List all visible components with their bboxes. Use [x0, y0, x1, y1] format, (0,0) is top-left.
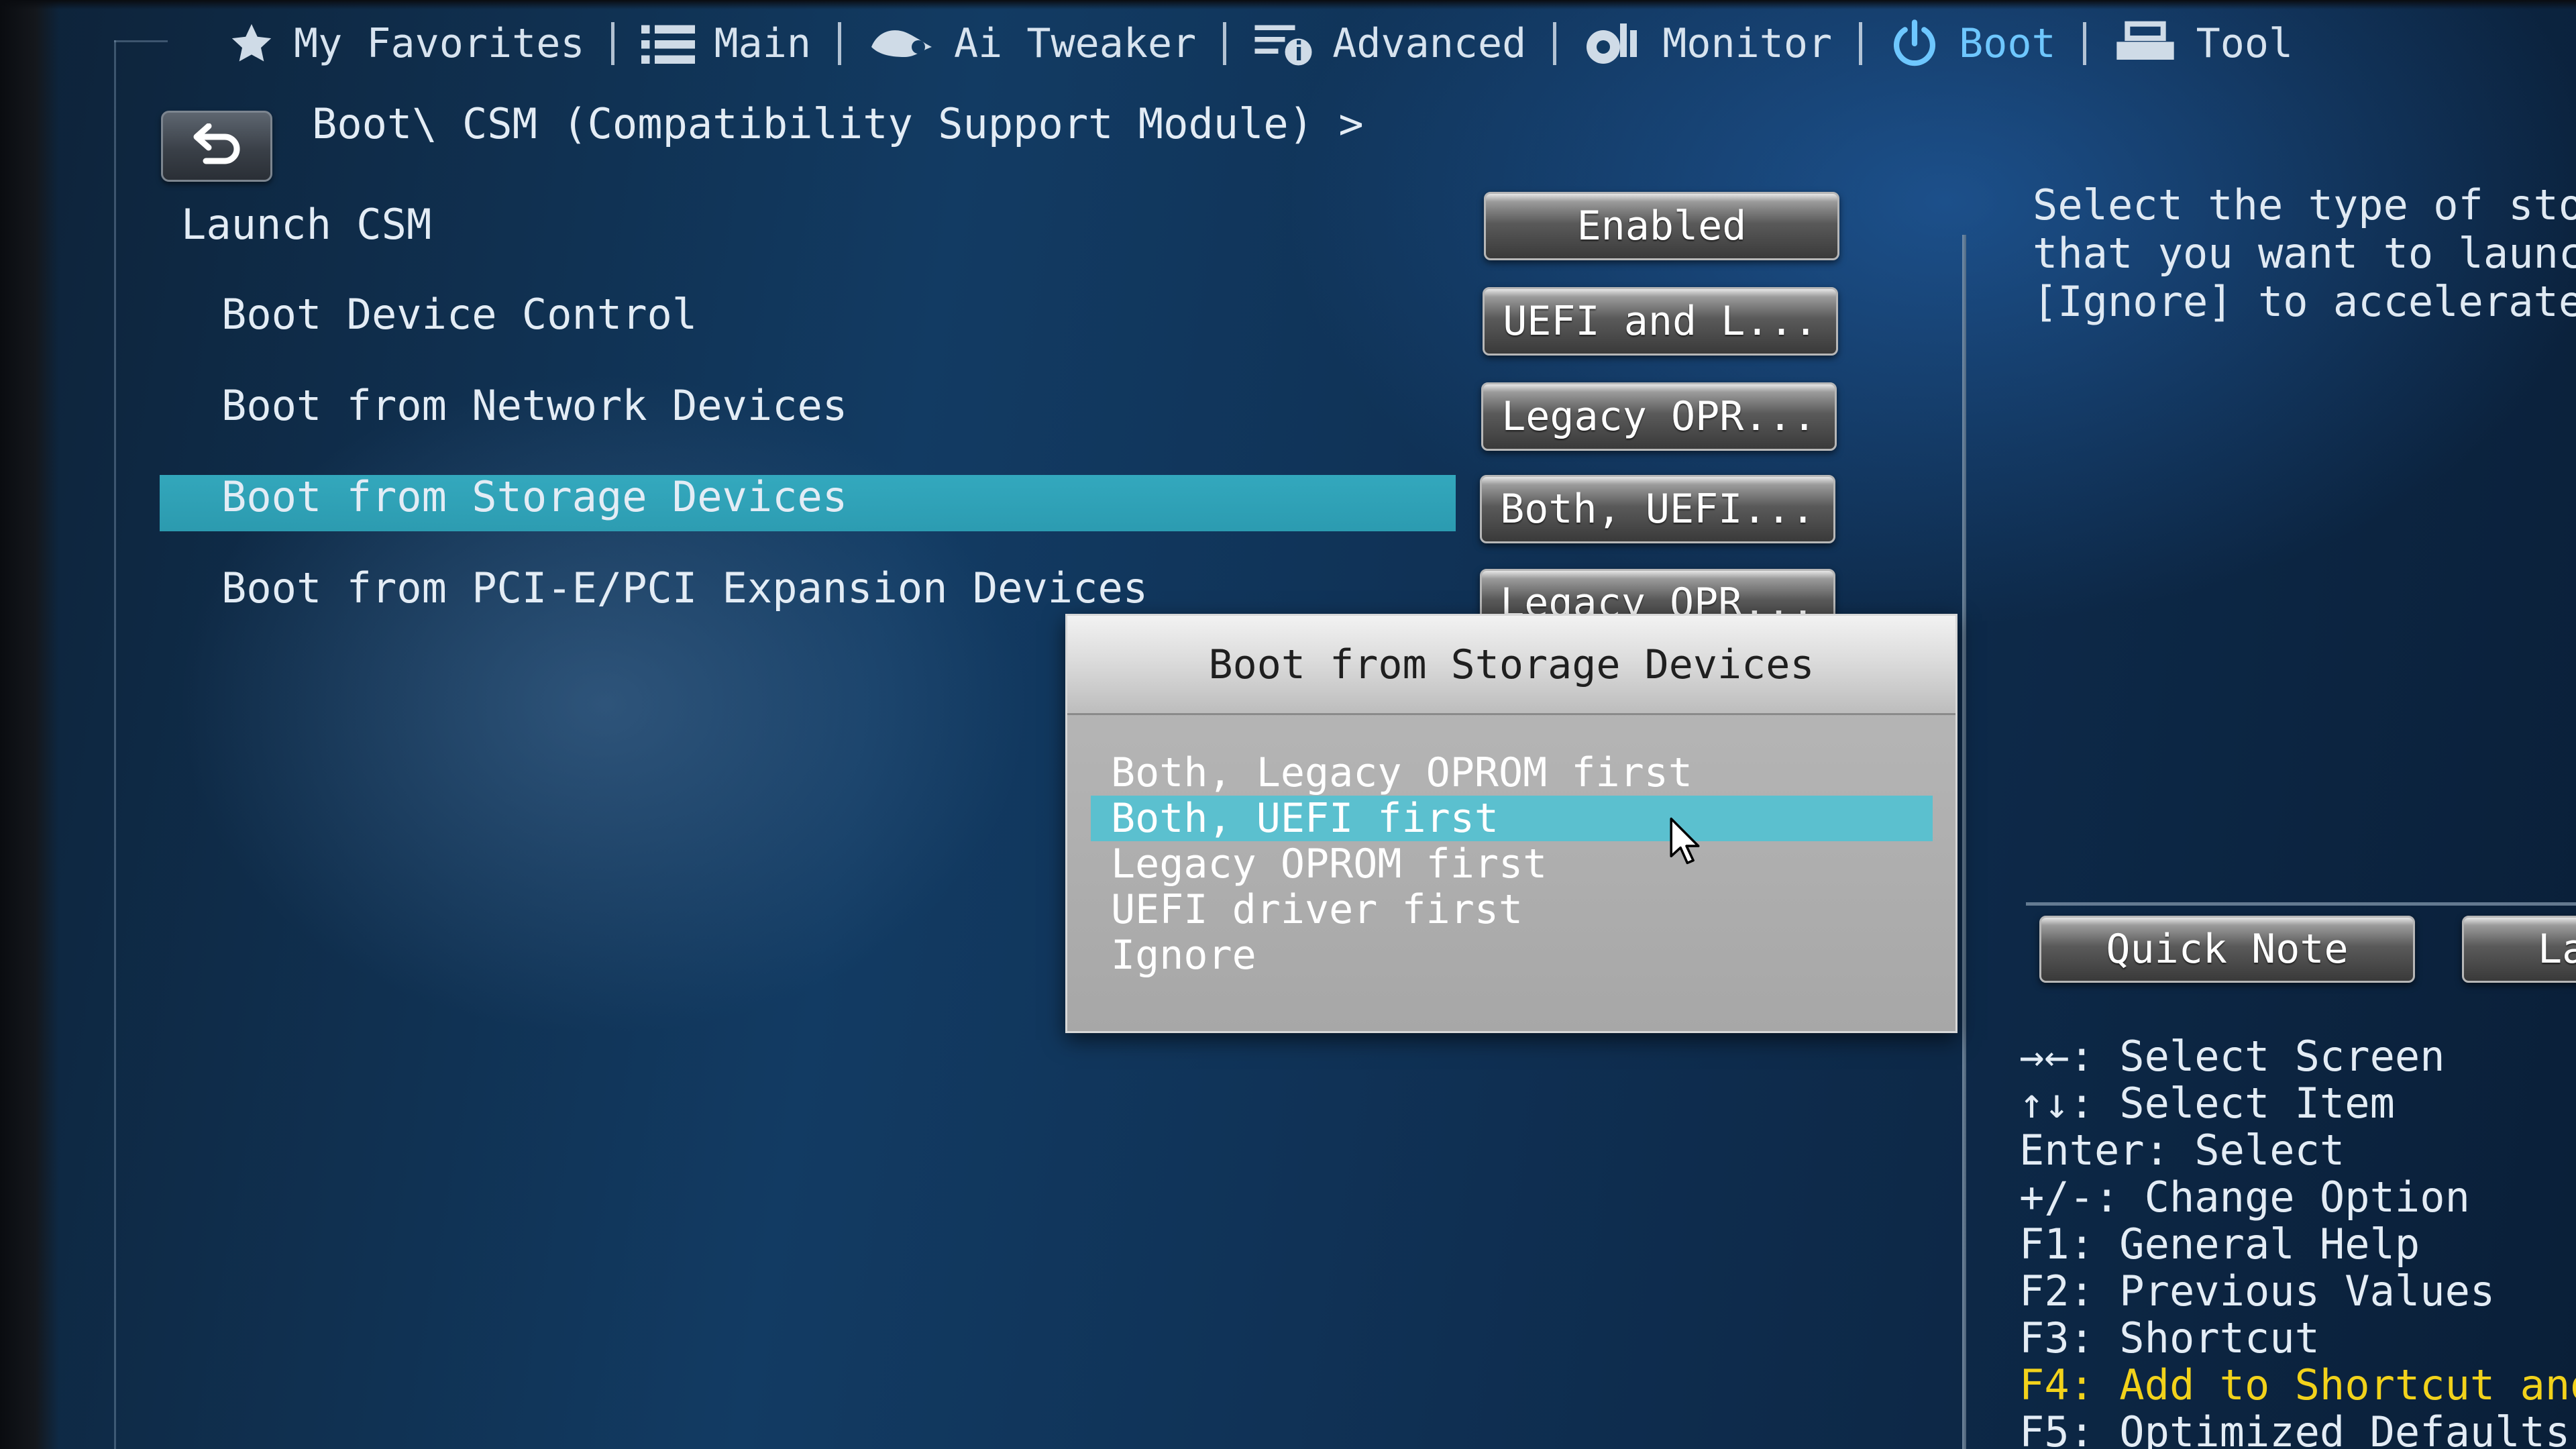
key-label: F4 — [2019, 1360, 2070, 1409]
nav-separator — [1223, 22, 1227, 65]
key-f3: F3: Shortcut — [2019, 1315, 2576, 1362]
tab-my-favorites[interactable]: My Favorites — [201, 10, 611, 77]
help-description: Select the type of sto that you want to … — [2033, 180, 2576, 326]
key-label: F1 — [2019, 1220, 2070, 1269]
tab-label: Advanced — [1332, 20, 1527, 67]
key-desc: : Select Screen — [2069, 1032, 2445, 1081]
tab-label: Main — [714, 20, 811, 67]
key-select-screen: →←: Select Screen — [2019, 1033, 2576, 1080]
nav-separator — [1553, 22, 1557, 65]
key-desc: : Select Item — [2069, 1079, 2395, 1128]
frame-line-top — [114, 40, 168, 42]
key-f1: F1: General Help — [2019, 1221, 2576, 1268]
breadcrumb: Boot\ CSM (Compatibility Support Module)… — [312, 99, 1364, 148]
tab-ai-tweaker[interactable]: Ai Tweaker — [841, 10, 1223, 77]
setting-boot-pci-label[interactable]: Boot from PCI-E/PCI Expansion Devices — [221, 564, 1148, 612]
tab-main[interactable]: Main — [614, 10, 838, 77]
setting-boot-device-control-value[interactable]: UEFI and L... — [1483, 287, 1838, 356]
key-desc: : Optimized Defaults — [2069, 1407, 2571, 1449]
top-nav: My Favorites Main Ai Tweaker Advanced Mo… — [201, 7, 2320, 80]
frame-line — [114, 40, 116, 1449]
setting-boot-network-value[interactable]: Legacy OPR... — [1481, 382, 1837, 451]
key-f4: F4: Add to Shortcut and — [2019, 1362, 2576, 1409]
mouse-cursor-icon — [1669, 817, 1704, 871]
setting-launch-csm-value[interactable]: Enabled — [1484, 192, 1839, 260]
setting-boot-storage-value[interactable]: Both, UEFI... — [1480, 475, 1835, 543]
key-desc: : Previous Values — [2069, 1267, 2496, 1316]
help-divider — [2026, 902, 2576, 906]
key-enter: Enter: Select — [2019, 1127, 2576, 1174]
list-icon — [641, 23, 696, 64]
popup-title: Boot from Storage Devices — [1067, 616, 1955, 715]
tab-tool[interactable]: Tool — [2086, 10, 2320, 77]
tab-label: Tool — [2196, 20, 2294, 67]
setting-boot-device-control-label[interactable]: Boot Device Control — [221, 290, 697, 339]
popup-option[interactable]: Legacy OPROM first — [1091, 841, 1933, 888]
key-desc: : Change Option — [2094, 1173, 2470, 1222]
back-arrow-icon — [190, 123, 244, 169]
popup-option[interactable]: Both, Legacy OPROM first — [1091, 749, 1933, 796]
star-icon — [228, 20, 275, 67]
key-label: F2 — [2019, 1267, 2070, 1316]
tab-label: My Favorites — [294, 20, 585, 67]
popup-option-selected[interactable]: Both, UEFI first — [1091, 795, 1933, 842]
popup-option[interactable]: UEFI driver first — [1091, 886, 1933, 933]
key-desc: : General Help — [2069, 1220, 2420, 1269]
tool-icon — [2113, 20, 2178, 67]
key-label: →← — [2019, 1032, 2070, 1081]
key-legend: →←: Select Screen ↑↓: Select Item Enter:… — [2019, 1033, 2576, 1449]
setting-boot-storage-label[interactable]: Boot from Storage Devices — [221, 472, 847, 521]
nav-separator — [837, 22, 841, 65]
nav-separator — [2082, 22, 2086, 65]
tab-boot[interactable]: Boot — [1862, 10, 2083, 77]
key-desc: : Select — [2144, 1126, 2345, 1175]
tab-label: Ai Tweaker — [953, 20, 1197, 67]
key-select-item: ↑↓: Select Item — [2019, 1080, 2576, 1127]
key-desc: : Shortcut — [2069, 1313, 2320, 1362]
key-f5: F5: Optimized Defaults — [2019, 1409, 2576, 1449]
tab-label: Monitor — [1662, 20, 1833, 67]
monitor-bezel — [0, 0, 59, 1449]
advanced-icon — [1253, 20, 1313, 67]
key-label: Enter — [2019, 1126, 2145, 1175]
key-label: +/- — [2019, 1173, 2094, 1222]
panel-divider — [1962, 235, 1966, 1449]
setting-boot-network-label[interactable]: Boot from Network Devices — [221, 381, 847, 430]
bios-screen: My Favorites Main Ai Tweaker Advanced Mo… — [0, 0, 2576, 1449]
quick-note-button[interactable]: Quick Note — [2039, 916, 2415, 983]
setting-launch-csm-label[interactable]: Launch CSM — [181, 200, 431, 249]
tab-monitor[interactable]: Monitor — [1556, 10, 1859, 77]
key-label: F5 — [2019, 1407, 2070, 1449]
back-button[interactable] — [161, 111, 272, 182]
key-label: ↑↓ — [2019, 1079, 2070, 1128]
tweaker-icon — [868, 23, 935, 64]
nav-separator — [611, 22, 615, 65]
popup-option[interactable]: Ignore — [1091, 932, 1933, 979]
tab-label: Boot — [1959, 20, 2056, 67]
tab-advanced[interactable]: Advanced — [1226, 10, 1553, 77]
power-icon — [1889, 18, 1940, 69]
key-change-option: +/-: Change Option — [2019, 1174, 2576, 1221]
options-popup: Boot from Storage Devices Both, Legacy O… — [1065, 614, 1957, 1033]
key-desc: : Add to Shortcut and — [2069, 1360, 2576, 1409]
last-modified-button[interactable]: La — [2462, 916, 2576, 983]
monitor-icon — [1583, 20, 1644, 67]
key-label: F3 — [2019, 1313, 2070, 1362]
nav-separator — [1859, 22, 1863, 65]
key-f2: F2: Previous Values — [2019, 1268, 2576, 1315]
